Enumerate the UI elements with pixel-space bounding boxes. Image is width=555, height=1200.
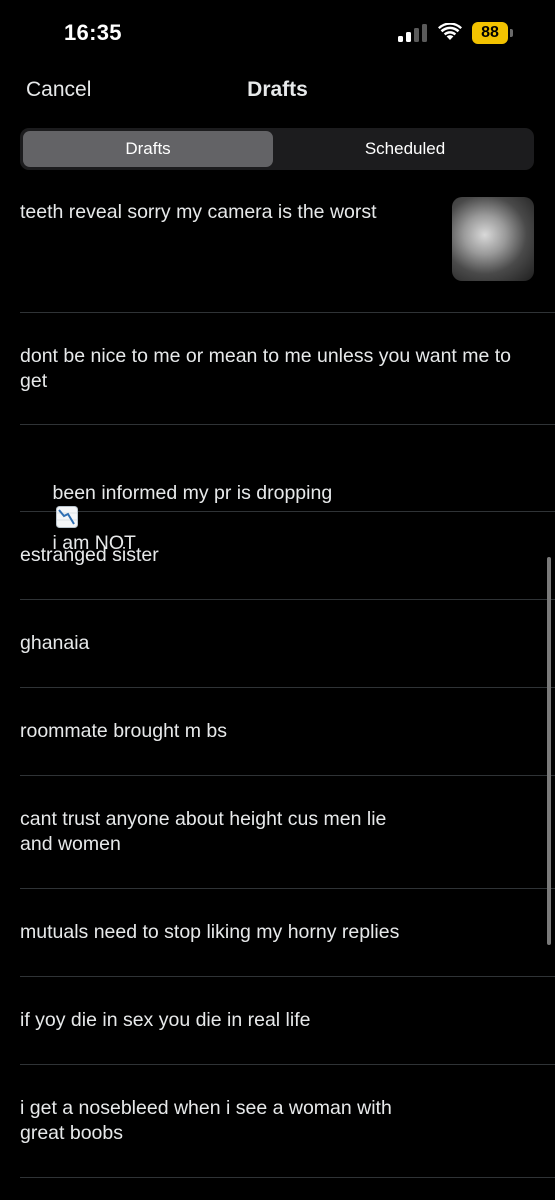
tab-drafts[interactable]: Drafts bbox=[23, 131, 273, 167]
wifi-icon bbox=[438, 23, 462, 40]
draft-text-part: been informed my pr is dropping bbox=[52, 482, 333, 504]
nav-header: Drafts Cancel bbox=[0, 66, 555, 116]
draft-text: i get a nosebleed when i see a woman wit… bbox=[20, 1097, 392, 1144]
status-bar: 16:35 88 bbox=[0, 0, 555, 66]
battery-icon: 88 bbox=[472, 22, 516, 44]
draft-item[interactable]: been informed my pr is dropping i am NOT bbox=[20, 425, 555, 554]
draft-image-thumbnail[interactable] bbox=[452, 197, 534, 281]
draft-text: ghanaia bbox=[20, 632, 90, 654]
cancel-button[interactable]: Cancel bbox=[26, 78, 91, 102]
draft-text: mutuals need to stop liking my horny rep… bbox=[20, 921, 400, 943]
draft-item[interactable]: if yoy die in sex you die in real life bbox=[20, 977, 555, 1065]
draft-text: roommate brought m bs bbox=[20, 720, 228, 742]
draft-text: if yoy die in sex you die in real life bbox=[20, 1009, 311, 1031]
draft-text: teeth reveal sorry my camera is the wors… bbox=[20, 201, 377, 223]
draft-item[interactable]: mutuals need to stop liking my horny rep… bbox=[20, 889, 555, 977]
battery-level: 88 bbox=[472, 22, 508, 44]
battery-tip bbox=[510, 29, 513, 37]
draft-text: cant trust anyone about height cus men l… bbox=[20, 808, 387, 855]
draft-item[interactable]: i get a nosebleed when i see a woman wit… bbox=[20, 1065, 555, 1178]
draft-list: teeth reveal sorry my camera is the wors… bbox=[0, 180, 555, 1178]
signal-icon bbox=[398, 24, 427, 42]
draft-item[interactable]: teeth reveal sorry my camera is the wors… bbox=[20, 180, 555, 313]
scroll-indicator[interactable] bbox=[547, 557, 551, 945]
draft-item[interactable]: dont be nice to me or mean to me unless … bbox=[20, 313, 555, 425]
draft-item[interactable]: estranged sister bbox=[20, 512, 555, 600]
draft-text: dont be nice to me or mean to me unless … bbox=[20, 345, 517, 392]
segmented-control: Drafts Scheduled bbox=[20, 128, 534, 170]
tab-scheduled[interactable]: Scheduled bbox=[280, 131, 530, 167]
draft-text: estranged sister bbox=[20, 544, 159, 566]
draft-item[interactable]: ghanaia bbox=[20, 600, 555, 688]
draft-item[interactable]: cant trust anyone about height cus men l… bbox=[20, 776, 555, 889]
status-time: 16:35 bbox=[64, 20, 122, 45]
draft-item[interactable]: roommate brought m bs bbox=[20, 688, 555, 776]
